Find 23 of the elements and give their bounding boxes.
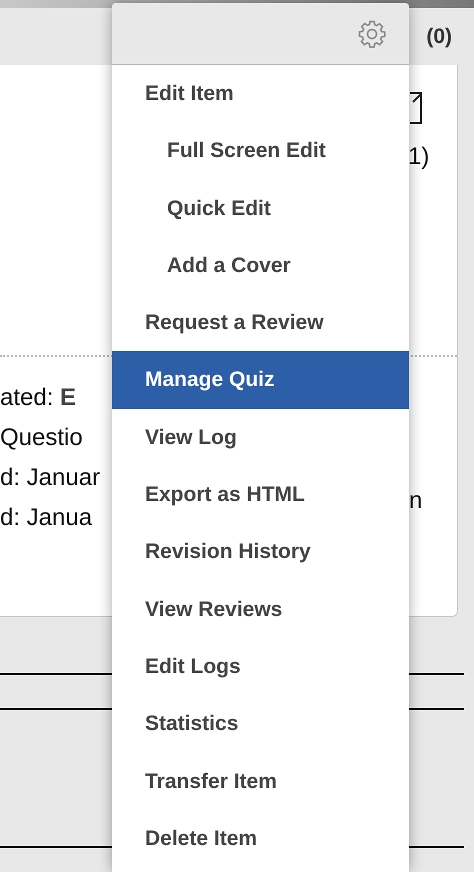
- menu-item[interactable]: Add a Cover: [112, 236, 409, 294]
- detail-text: ated: E: [0, 383, 78, 413]
- menu-item[interactable]: Transfer Item: [112, 752, 409, 810]
- menu-item[interactable]: Revision History: [112, 523, 409, 581]
- detail-text: Questio: [0, 423, 84, 453]
- menu-item[interactable]: Statistics: [112, 695, 409, 753]
- menu-item[interactable]: Edit Logs: [112, 638, 409, 696]
- menu-item[interactable]: Delete Item: [112, 810, 409, 868]
- menu-item[interactable]: Manage Quiz: [112, 351, 409, 409]
- edit-icon[interactable]: [409, 92, 422, 124]
- menu-item[interactable]: View Reviews: [112, 580, 409, 638]
- menu-item[interactable]: Edit Item: [112, 65, 409, 122]
- menu-item[interactable]: Quick Edit: [112, 180, 409, 237]
- detail-text: d: Januar: [0, 463, 102, 493]
- item-count: (0): [426, 24, 452, 48]
- settings-icon[interactable]: [357, 18, 387, 48]
- count-fragment: 1): [408, 143, 430, 171]
- menu-item[interactable]: View Log: [112, 408, 409, 466]
- detail-text: d: Janua: [0, 503, 94, 533]
- menu-item[interactable]: Export as HTML: [112, 466, 409, 524]
- menu-item[interactable]: Request a Review: [112, 294, 409, 352]
- detail-text: n: [409, 487, 422, 514]
- menu-item[interactable]: Full Screen Edit: [112, 122, 409, 180]
